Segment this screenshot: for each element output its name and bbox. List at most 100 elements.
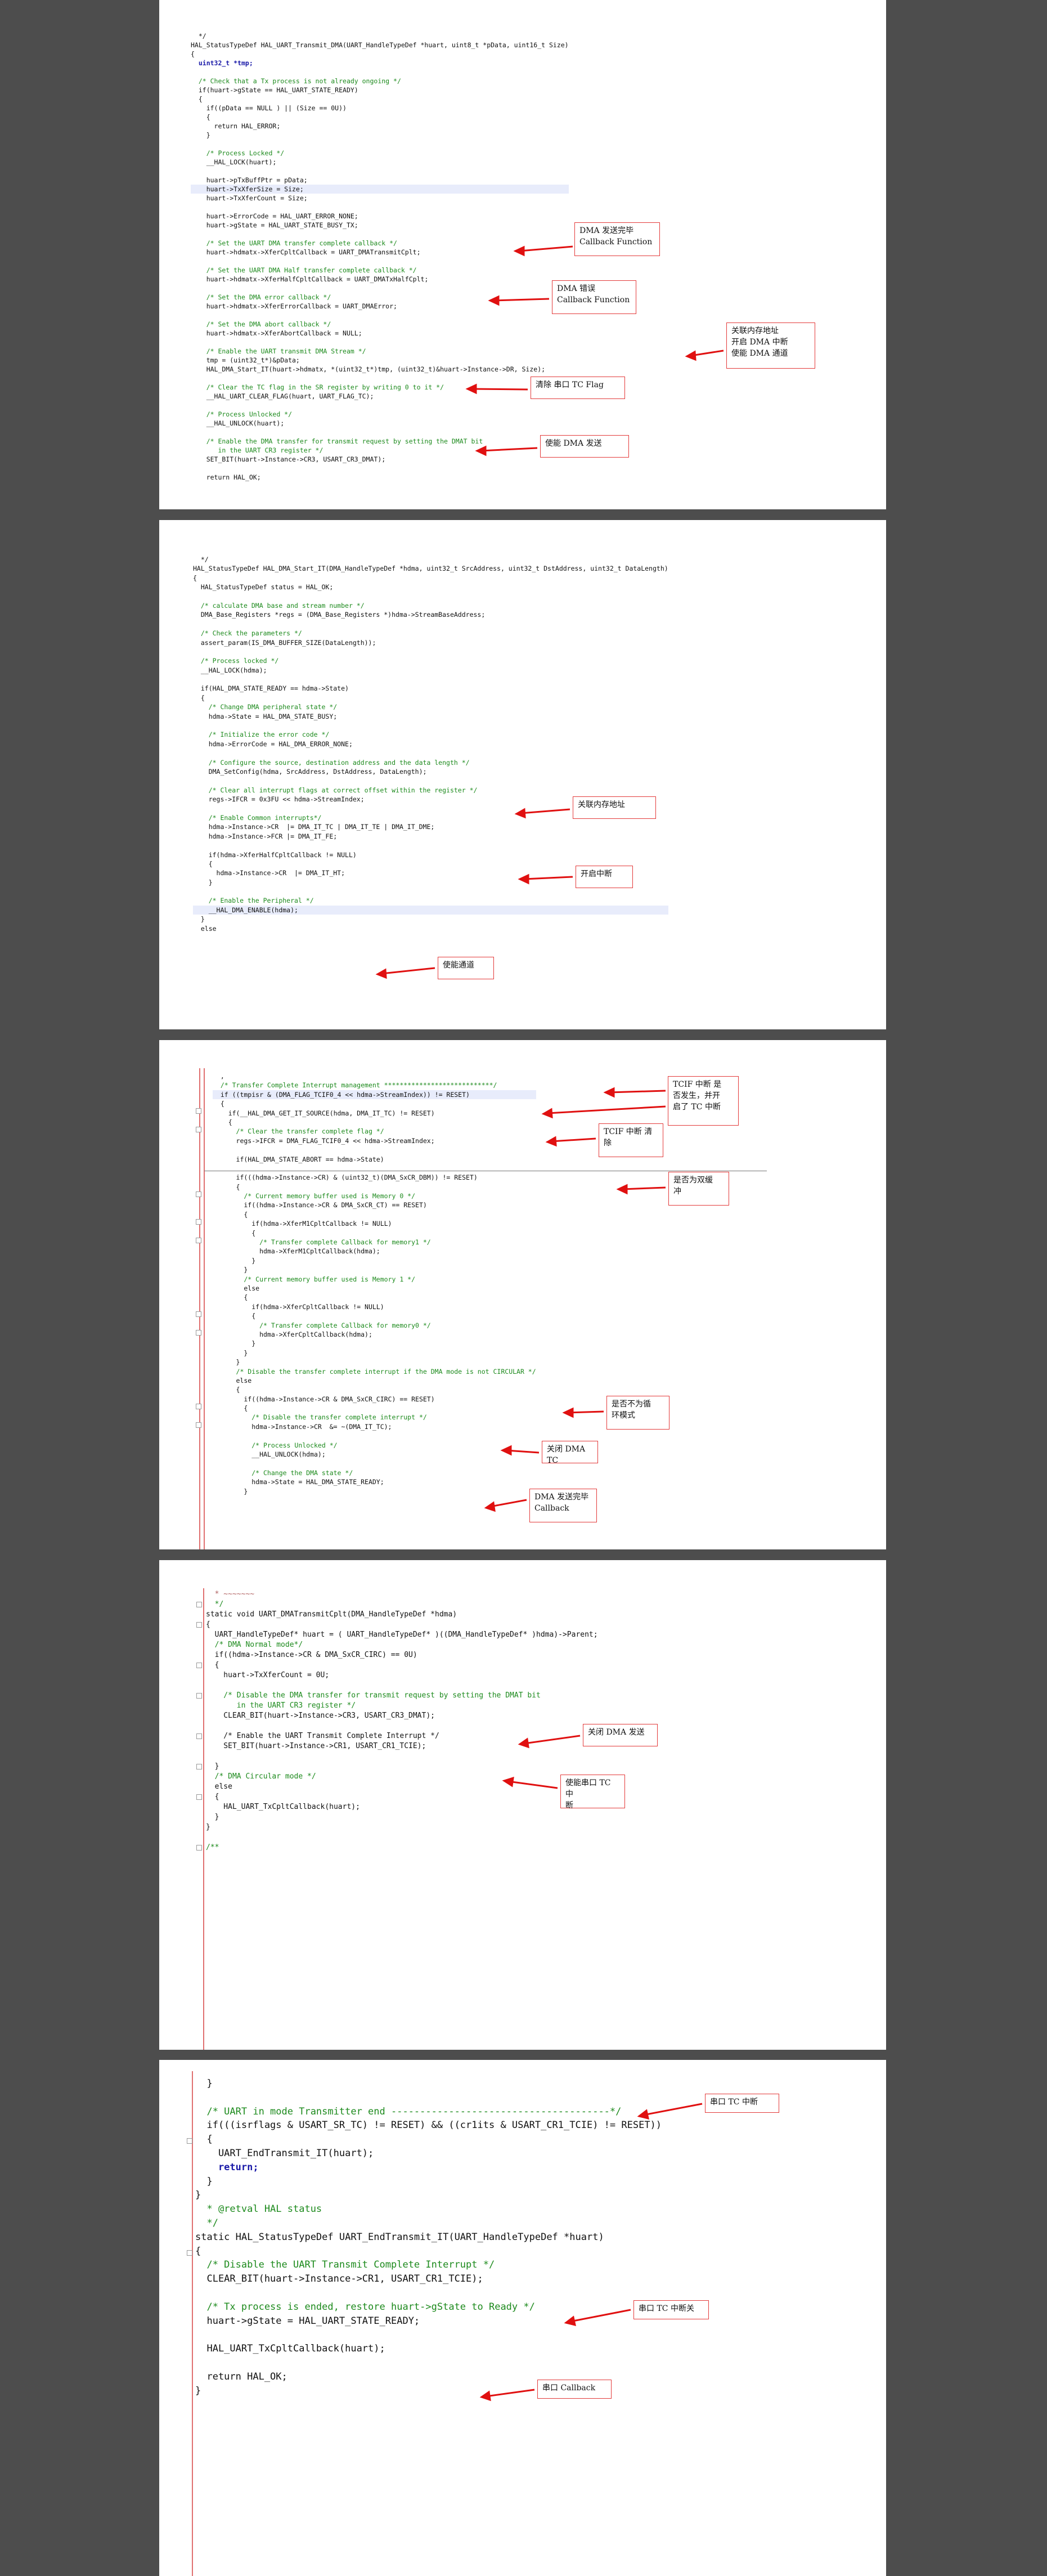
annotation-note: 串口 Callback [537,2380,612,2399]
code-line: HAL_UART_TxCpltCallback(huart); [195,2343,385,2355]
fold-toggle-icon[interactable] [196,1237,201,1243]
code-line: { [213,1182,240,1191]
fold-toggle-icon[interactable] [196,1845,202,1851]
code-line: * ~~~~~~~ [206,1590,255,1598]
code-line: */ [191,32,206,40]
code-line: } [213,1358,240,1367]
doc-page-3: , /* Transfer Complete Interrupt managem… [159,1040,886,1549]
code-line: /* Tx process is ended, restore huart->g… [195,2301,535,2313]
code-line: huart->gState = HAL_UART_STATE_READY; [195,2315,420,2327]
code-line: if((hdma->Instance->CR & DMA_SxCR_CIRC) … [213,1395,435,1403]
code-line: static HAL_StatusTypeDef UART_EndTransmi… [195,2231,604,2243]
gutter-line [199,1068,200,1549]
code-line: static void UART_DMATransmitCplt(DMA_Han… [206,1610,457,1619]
code-line: /* Enable the Peripheral */ [193,897,314,905]
code-line: /* Disable the DMA transfer for transmit… [206,1691,541,1700]
code-line: if((hdma->Instance->CR & DMA_SxCR_CIRC) … [206,1651,417,1659]
code-line: } [206,1813,219,1821]
code-block: * ~~~~~~~ */static void UART_DMATransmit… [206,1589,886,1853]
code-line: /* UART in mode Transmitter end --------… [195,2105,622,2117]
code-line: __HAL_UNLOCK(hdma); [213,1450,326,1459]
code-line: /* Transfer Complete Interrupt managemen… [213,1081,497,1090]
fold-toggle-icon[interactable] [196,1663,202,1668]
code-line: SET_BIT(huart->Instance->CR1, USART_CR1_… [206,1742,426,1750]
code-line: } [195,2189,201,2201]
fold-toggle-icon[interactable] [196,1127,201,1132]
code-line: /* Disable the transfer complete interru… [213,1413,427,1422]
code-line: huart->hdmatx->XferHalfCpltCallback = UA… [191,275,429,283]
fold-toggle-icon[interactable] [196,1329,201,1336]
fold-toggle-icon[interactable] [196,1733,202,1739]
code-line: if(hdma->XferCpltCallback != NULL) [213,1302,384,1311]
annotation-note: 是否不为循 环模式 [606,1396,669,1430]
code-line: hdma->XferM1CpltCallback(hdma); [213,1247,380,1256]
fold-toggle-icon[interactable] [196,1219,201,1225]
fold-toggle-icon[interactable] [196,1622,202,1628]
code-line: /* Clear all interrupt flags at correct … [193,786,478,794]
code-line: { [195,2134,213,2145]
code-line: /* Process locked */ [193,657,279,665]
doc-page-2: */ HAL_StatusTypeDef HAL_DMA_Start_IT(DMA… [159,520,886,1029]
doc-page-4: * ~~~~~~~ */static void UART_DMATransmit… [159,1560,886,2050]
code-line: HAL_UART_TxCpltCallback(huart); [206,1803,360,1811]
code-line: { [191,113,210,121]
code-line: { [193,693,205,702]
annotation-note: 关联内存地址 [573,796,656,819]
code-line: huart->hdmatx->XferErrorCallback = UART_… [191,302,397,310]
code-line: */ [195,2217,218,2229]
code-line: } [195,2175,213,2187]
code-line: return HAL_OK; [191,473,261,481]
annotation-note: 开启中断 [576,866,633,888]
fold-toggle-icon[interactable] [196,1602,202,1607]
fold-toggle-icon[interactable] [196,1404,201,1409]
annotation-note: 关闭 DMA TC [542,1441,598,1465]
fold-toggle-icon[interactable] [196,1311,201,1317]
fold-toggle-icon[interactable] [196,1764,202,1769]
code-line: if(HAL_DMA_STATE_READY == hdma->State) [193,684,349,693]
code-line: { [195,2245,201,2257]
code-line: /* Set the UART DMA Half transfer comple… [191,266,417,274]
fold-toggle-icon[interactable] [187,2250,192,2256]
code-line: HAL_DMA_Start_IT(huart->hdmatx, *(uint32… [191,365,546,373]
code-line: /* Check that a Tx process is not alread… [191,77,401,85]
code-line: { [213,1404,248,1413]
code-line: */ [193,555,209,563]
fold-toggle-icon[interactable] [196,1191,201,1197]
doc-page-1: */HAL_StatusTypeDef HAL_UART_Transmit_DM… [159,0,886,509]
code-line: else [213,1376,252,1385]
code-line: } [195,2078,213,2089]
code-line: __HAL_LOCK(hdma); [193,666,267,674]
annotation-note: 串口 TC 中断关 [633,2300,709,2319]
code-line: if((pData == NULL ) || (Size == 0U)) [191,104,347,112]
code-line: huart->hdmatx->XferAbortCallback = NULL; [191,329,362,337]
fold-toggle-icon[interactable] [196,1108,201,1114]
code-line: /* Transfer complete Callback for memory… [213,1321,431,1329]
code-line: /* Initialize the error code */ [193,731,330,739]
code-line: /* calculate DMA base and stream number … [193,601,365,610]
code-line: /* Configure the source, destination add… [193,758,470,767]
fold-toggle-icon[interactable] [196,1693,202,1699]
fold-toggle-icon[interactable] [187,2138,192,2144]
code-line: /* Set the UART DMA transfer complete ca… [191,239,397,247]
code-line: } [206,1762,219,1771]
fold-toggle-icon[interactable] [196,1422,201,1428]
code-line: { [213,1386,240,1394]
gutter-line [203,1588,204,2050]
code-line: if ((tmpisr & (DMA_FLAG_TCIF0_4 << hdma-… [213,1090,536,1100]
annotation-note: 使能通道 [438,957,494,979]
code-line: { [191,50,195,58]
fold-toggle-icon[interactable] [196,1794,202,1800]
